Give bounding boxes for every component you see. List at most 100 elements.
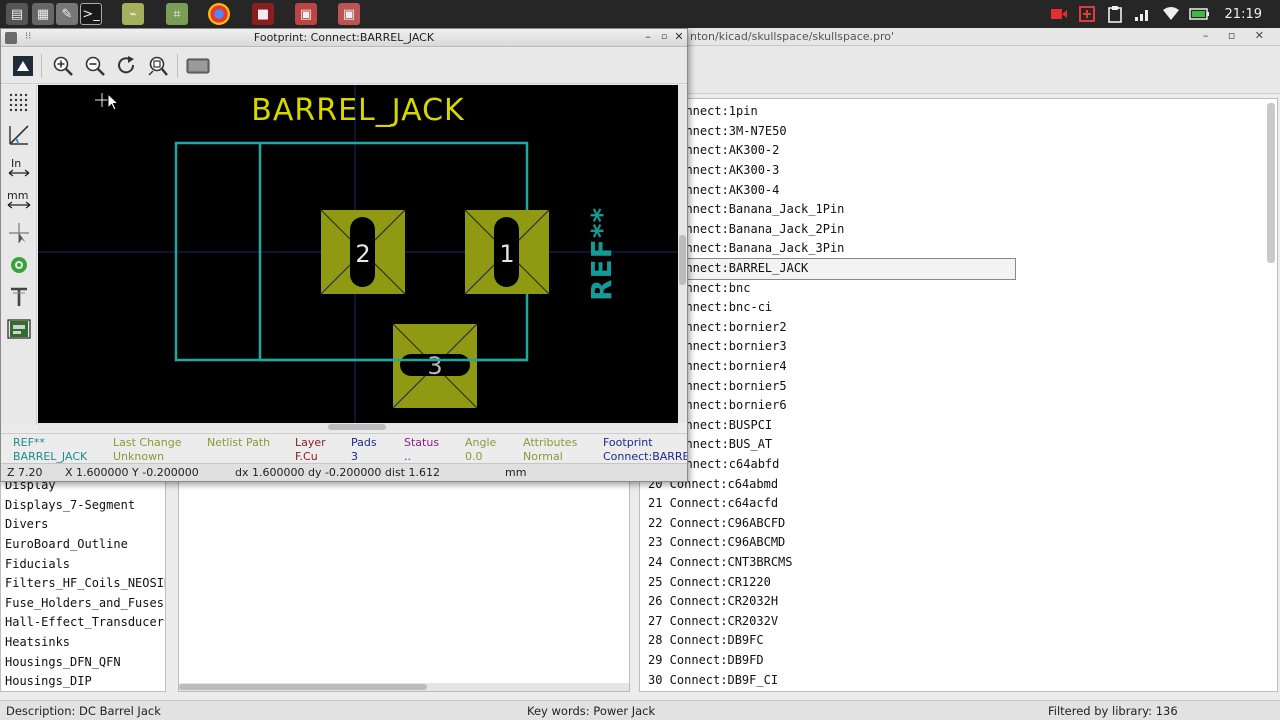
footprint-list-item[interactable]: 24 Connect:CNT3BRCMS [648,553,793,573]
footprint-list-item[interactable]: Connect:bornier6 [671,396,787,416]
library-item[interactable]: EuroBoard_Outline [5,535,128,555]
zoom-in-icon[interactable] [51,54,75,78]
layer-value: F.Cu [295,450,318,463]
kicad-icon[interactable]: ⌁ [122,3,144,25]
vertical-scrollbar[interactable] [1267,103,1275,263]
footprint-canvas[interactable]: 2 1 3 BARREL_JACK REF** [38,85,678,423]
zoom-fit-icon[interactable] [146,54,170,78]
last-change-label: Last Change [113,436,182,449]
footprint-list-item[interactable]: Connect:bornier5 [671,377,787,397]
text-editor-icon[interactable]: ✎ [56,3,78,25]
library-item[interactable]: Divers [5,515,48,535]
cursor-shape-icon[interactable] [5,219,33,247]
canvas-vertical-scrollbar[interactable] [678,85,687,423]
pcb-icon[interactable]: ⌗ [166,3,188,25]
attributes-value: Normal [523,450,563,463]
footprint-value: Connect:BARREL_JACK [603,450,687,463]
footprint-list-item[interactable]: 28 Connect:DB9FC [648,631,764,651]
reference-text: REF** [585,207,618,301]
statusbar: Description: DC Barrel Jack Key words: P… [0,700,1280,720]
text-sketch-icon[interactable] [5,283,33,311]
library-item[interactable]: Fiducials [5,555,70,575]
edges-sketch-icon[interactable] [5,315,33,343]
window-icon[interactable]: ▦ [32,3,54,25]
clock[interactable]: 21:19 [1225,7,1262,22]
footprint-drawing: 2 1 3 BARREL_JACK REF** [38,85,678,423]
scrollbar-thumb[interactable] [179,684,427,690]
footprint-list-item[interactable]: 25 Connect:CR1220 [648,573,771,593]
grid-icon[interactable] [5,89,33,117]
plus-icon[interactable] [1077,5,1097,23]
library-item[interactable]: Displays_7-Segment [5,496,135,516]
footprint-list-item[interactable]: 27 Connect:CR2032V [648,612,778,632]
library-list[interactable]: Display Displays_7-Segment Divers EuroBoard… [0,480,166,692]
battery-icon[interactable] [1188,5,1209,23]
footprint-list-item[interactable]: 22 Connect:C96ABCFD [648,514,785,534]
svg-text:In: In [11,157,21,170]
value-text: BARREL_JACK [251,93,465,128]
library-item[interactable]: Housings_DFN_QFN [5,653,121,673]
pad-3-label: 3 [427,352,442,380]
polar-coords-icon[interactable] [5,121,33,149]
app-window-icon-2[interactable]: ▣ [338,3,360,25]
terminal-icon[interactable]: >_ [80,3,102,25]
left-toolbar: In mm [1,85,37,425]
footprint-list-item[interactable]: Connect:Banana_Jack_1Pin [671,200,844,220]
footprint-list-item[interactable]: Connect:Banana_Jack_3Pin [671,239,844,259]
library-item[interactable]: Filters_HF_Coils_NEOSID [5,574,165,594]
redraw-icon[interactable] [115,54,139,78]
footprint-list-item[interactable]: Connect:bornier2 [671,318,787,338]
footprint-list-item[interactable]: 26 Connect:CR2032H [648,592,778,612]
footprint-list-item[interactable]: 30 Connect:DB9F_CI [648,671,778,691]
footprint-list-item[interactable]: 21 Connect:c64acfd [648,494,778,514]
footprint-list-item[interactable]: Connect:bornier4 [671,357,787,377]
3d-view-icon[interactable] [186,54,210,78]
pad-sketch-icon[interactable] [5,251,33,279]
pad-2-label: 2 [355,240,370,268]
footprint-list-item[interactable]: Connect:3M-N7E50 [671,122,787,142]
chrome-icon[interactable] [208,3,230,25]
close-button[interactable]: ✕ [672,30,686,44]
scrollbar-thumb[interactable] [328,424,386,430]
ref-label: REF** [13,436,45,449]
description-text: Description: DC Barrel Jack [6,704,161,718]
footprint-list-item[interactable]: 23 Connect:C96ABCMD [648,533,785,553]
library-item[interactable]: Heatsinks [5,633,70,653]
keywords-text: Key words: Power Jack [527,704,656,718]
minimize-button[interactable]: – [641,30,655,44]
units-inch-icon[interactable]: In [5,153,33,181]
footprint-statusbar: Z 7.20 X 1.600000 Y -0.200000 dx 1.60000… [1,463,687,481]
footprint-list-item[interactable]: Connect:BARREL_JACK [666,258,1016,280]
units-mm-icon[interactable]: mm [5,185,33,213]
maximize-button[interactable]: ▫ [657,30,671,44]
clipboard-icon[interactable] [1105,5,1125,23]
library-item[interactable]: Display [5,481,56,496]
display-3d-icon[interactable] [11,54,35,78]
library-item[interactable]: Hall-Effect_Transducers [5,613,165,633]
app-red-icon[interactable]: ■ [252,3,274,25]
zoom-out-icon[interactable] [83,54,107,78]
footprint-list-item[interactable]: Connect:Banana_Jack_2Pin [671,220,844,240]
component-list[interactable] [178,480,630,692]
message-panel: REF** BARREL_JACK Last Change Unknown Ne… [1,433,687,463]
scrollbar-thumb[interactable] [679,235,686,285]
footprint-viewer-window: ⁝⁝ Footprint: Connect:BARREL_JACK – ▫ ✕ [0,28,688,482]
record-icon[interactable] [1049,5,1069,23]
horizontal-scrollbar[interactable] [179,683,629,691]
footprint-list-item[interactable]: Connect:bornier3 [671,337,787,357]
canvas-horizontal-scrollbar[interactable] [38,423,678,431]
units-readout: mm [505,466,527,479]
wifi-icon[interactable] [1161,5,1181,23]
ref-value: BARREL_JACK [13,450,88,463]
library-item[interactable]: Fuse_Holders_and_Fuses [5,594,164,614]
pads-label: Pads [351,436,377,449]
footprint-list-item[interactable]: 29 Connect:DB9FD [648,651,764,671]
pad-2: 2 [320,209,406,295]
window-controls[interactable]: – ▫ ✕ [1203,29,1272,42]
library-item[interactable]: Housings_DIP [5,672,92,691]
files-icon[interactable]: ▤ [6,3,28,25]
footprint-viewer-titlebar[interactable]: ⁝⁝ Footprint: Connect:BARREL_JACK – ▫ ✕ [1,29,687,47]
footprint-list[interactable]: Connect:1pin Connect:3M-N7E50 Connect:AK30… [639,98,1278,692]
app-window-icon[interactable]: ▣ [295,3,317,25]
signal-icon [1133,5,1153,23]
